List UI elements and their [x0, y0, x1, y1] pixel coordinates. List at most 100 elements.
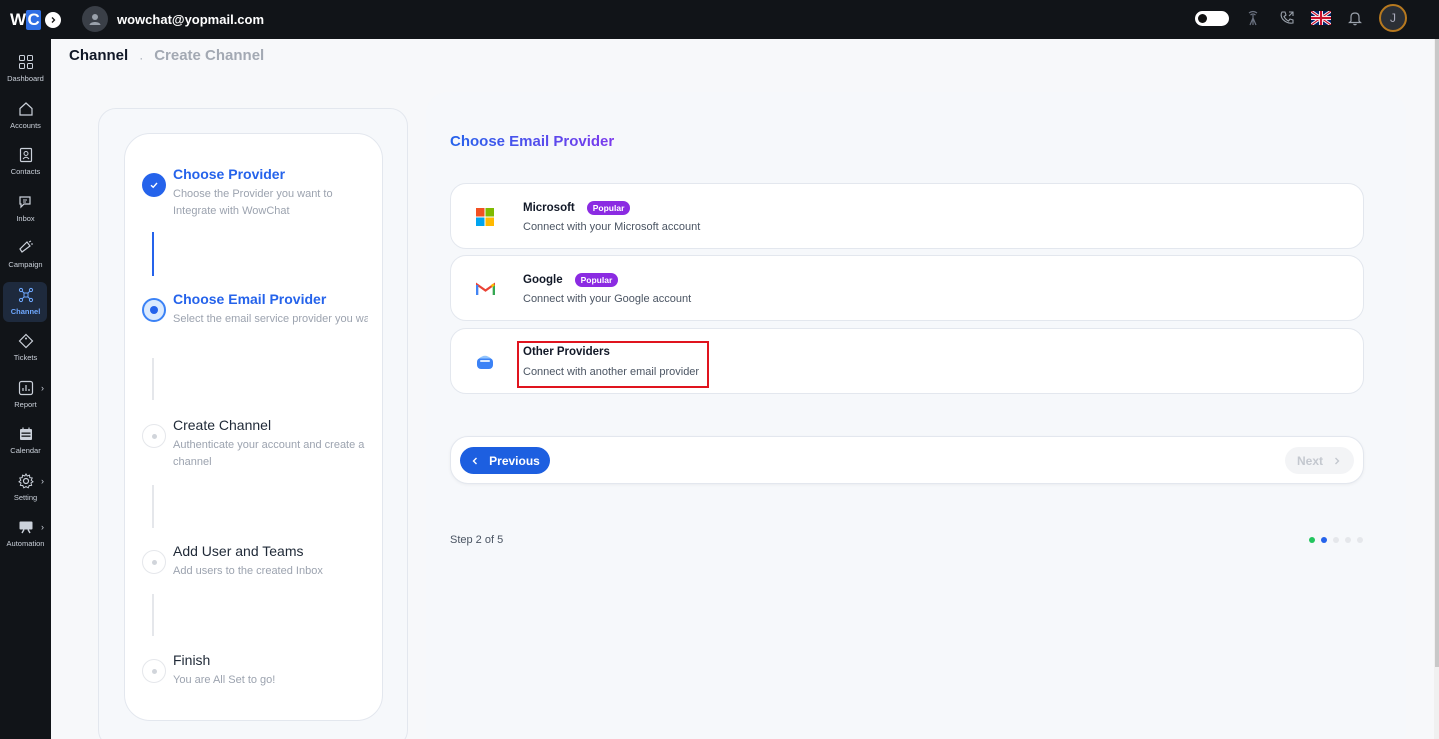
sidebar: Dashboard Accounts Contacts Inbox Campai… — [0, 39, 51, 739]
home-icon — [18, 102, 33, 116]
chevron-right-icon: › — [41, 476, 44, 486]
microsoft-logo-icon — [475, 207, 495, 227]
selection-highlight-box — [517, 341, 709, 388]
report-icon — [18, 380, 33, 396]
sidebar-item-report[interactable]: › Report — [0, 372, 51, 416]
step-finish: Finish You are All Set to go! — [142, 652, 368, 689]
breadcrumb: Channel · Create Channel — [69, 47, 265, 65]
chevron-right-icon: › — [41, 383, 44, 393]
step-title: Finish — [173, 652, 211, 668]
chevron-left-icon — [472, 457, 478, 464]
app-logo[interactable]: WC — [10, 10, 62, 30]
sidebar-item-label: Tickets — [13, 353, 38, 362]
megaphone-icon — [18, 240, 33, 253]
previous-button[interactable]: Previous — [460, 447, 550, 474]
section-title: Choose Email Provider — [450, 133, 615, 150]
sidebar-item-channel[interactable]: Channel — [0, 279, 51, 323]
channel-icon — [18, 287, 33, 303]
step-title: Add User and Teams — [173, 543, 304, 559]
automation-icon — [19, 521, 32, 534]
step-description: Authenticate your account and create a c… — [173, 439, 365, 468]
sidebar-item-label: Accounts — [10, 121, 41, 130]
wizard-navigation: Previous Next — [450, 436, 1364, 484]
contact-card-icon — [19, 147, 32, 163]
logo-wordmark: WC — [10, 10, 42, 30]
provider-description: Connect with your Google account — [523, 293, 692, 305]
breadcrumb-create-channel: Create Channel — [154, 47, 265, 64]
step-title: Create Channel — [173, 417, 272, 433]
sidebar-item-label: Automation — [6, 539, 45, 548]
sidebar-item-dashboard[interactable]: Dashboard — [0, 46, 51, 90]
provider-name: Google — [523, 274, 563, 286]
notification-bell-icon[interactable] — [1345, 8, 1365, 28]
chevron-right-icon — [1335, 457, 1340, 464]
step-connector — [152, 594, 154, 636]
scrollbar-thumb[interactable] — [1435, 39, 1439, 667]
profile-avatar[interactable]: J — [1379, 4, 1407, 32]
sidebar-item-inbox[interactable]: Inbox — [0, 186, 51, 230]
popular-badge: Popular — [586, 201, 631, 215]
provider-description: Connect with your Microsoft account — [523, 221, 701, 233]
chevron-right-icon: › — [41, 522, 44, 532]
next-button-label: Next — [1296, 453, 1323, 468]
sidebar-item-label: Report — [14, 400, 37, 409]
top-bar: WC wowchat@yopmail.com J — [0, 0, 1439, 39]
popular-badge: Popular — [574, 273, 619, 287]
calendar-icon — [19, 427, 32, 440]
sidebar-item-label: Campaign — [8, 260, 43, 269]
theme-toggle[interactable] — [1195, 10, 1229, 26]
user-avatar-icon — [82, 6, 108, 32]
current-step-icon — [142, 298, 166, 322]
step-create-channel: Create Channel Authenticate your account… — [142, 417, 368, 471]
next-button[interactable]: Next — [1285, 447, 1354, 474]
sidebar-item-label: Calendar — [10, 446, 41, 455]
progress-dot — [1357, 537, 1363, 543]
sidebar-item-label: Channel — [10, 307, 41, 316]
user-menu[interactable]: wowchat@yopmail.com — [82, 6, 264, 32]
mailbox-icon — [475, 352, 495, 372]
progress-dot — [1321, 537, 1327, 543]
sidebar-item-calendar[interactable]: Calendar — [0, 418, 51, 462]
sidebar-item-accounts[interactable]: Accounts — [0, 93, 51, 137]
step-counter: Step 2 of 5 — [450, 534, 504, 546]
user-email: wowchat@yopmail.com — [117, 11, 265, 27]
step-connector — [152, 358, 154, 400]
step-progress-dots — [1309, 537, 1363, 543]
sidebar-item-label: Dashboard — [7, 74, 44, 83]
step-add-user-and-teams: Add User and Teams Add users to the crea… — [142, 543, 368, 580]
step-description: Add users to the created Inbox — [173, 565, 323, 577]
page-scrollbar[interactable] — [1434, 39, 1439, 739]
check-icon — [142, 173, 166, 197]
step-description: Choose the Provider you want to Integrat… — [173, 188, 333, 217]
chat-icon — [18, 196, 31, 209]
phone-call-icon[interactable] — [1277, 8, 1297, 28]
dashboard-icon — [18, 55, 33, 69]
pending-step-icon — [142, 550, 166, 574]
provider-microsoft[interactable]: Microsoft Popular Connect with your Micr… — [450, 183, 1364, 249]
sidebar-item-label: Setting — [13, 493, 38, 502]
sidebar-expand-icon[interactable] — [45, 12, 62, 28]
pending-step-icon — [142, 424, 166, 448]
step-title: Choose Provider — [173, 166, 286, 182]
progress-dot — [1309, 537, 1315, 543]
step-connector — [152, 232, 154, 276]
sidebar-item-label: Contacts — [10, 167, 41, 176]
provider-google[interactable]: Google Popular Connect with your Google … — [450, 255, 1364, 321]
sidebar-item-automation[interactable]: › Automation — [0, 511, 51, 555]
progress-dot — [1345, 537, 1351, 543]
breadcrumb-channel[interactable]: Channel — [69, 47, 128, 64]
progress-dot — [1333, 537, 1339, 543]
gear-icon — [17, 473, 34, 489]
step-description: You are All Set to go! — [173, 674, 276, 686]
sidebar-item-contacts[interactable]: Contacts — [0, 139, 51, 183]
gmail-logo-icon — [475, 279, 495, 299]
sidebar-item-campaign[interactable]: Campaign — [0, 232, 51, 276]
sidebar-item-setting[interactable]: › Setting — [0, 465, 51, 509]
step-choose-provider: Choose Provider Choose the Provider you … — [142, 166, 368, 220]
sidebar-item-tickets[interactable]: Tickets — [0, 325, 51, 369]
uk-flag-icon[interactable] — [1311, 8, 1331, 28]
step-choose-email-provider: Choose Email Provider Select the email s… — [142, 291, 368, 328]
step-connector — [152, 485, 154, 528]
step-description: Select the email service provider you wa… — [173, 313, 368, 325]
antenna-icon[interactable] — [1243, 8, 1263, 28]
